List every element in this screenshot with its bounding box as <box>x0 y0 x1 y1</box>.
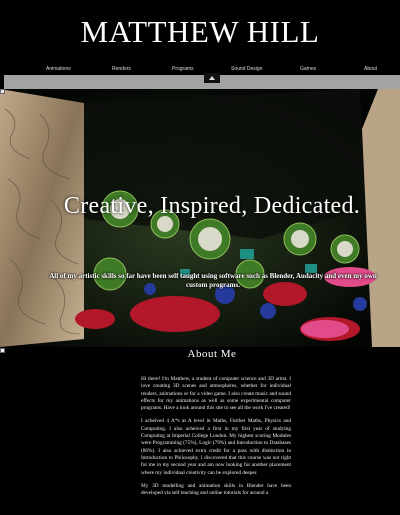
collapse-arrow-icon[interactable] <box>204 73 220 83</box>
about-paragraph: Hi there! I'm Matthew, a student of comp… <box>141 376 291 412</box>
hero-banner: Creative, Inspired, Dedicated. All of my… <box>0 89 400 347</box>
nav-item-programs[interactable]: Programs <box>172 66 194 72</box>
about-heading: About Me <box>187 348 237 360</box>
broken-image-icon <box>0 89 5 94</box>
hero-description: All of my artistic skills so far have be… <box>49 272 377 289</box>
about-text: Hi there! I'm Matthew, a student of comp… <box>141 376 291 503</box>
about-paragraph: I acheived 4 A*s at A level in Maths, Fu… <box>141 418 291 476</box>
hero-tagline: Creative, Inspired, Dedicated. <box>63 193 361 219</box>
main-nav: Animations Renders Programs Sound Design… <box>0 64 400 74</box>
nav-item-animations[interactable]: Animations <box>46 66 71 72</box>
nav-item-renders[interactable]: Renders <box>112 66 131 72</box>
nav-item-about[interactable]: About <box>364 66 377 72</box>
site-title: MATTHEW HILL <box>80 14 320 49</box>
nav-item-games[interactable]: Games <box>300 66 316 72</box>
nav-item-sound-design[interactable]: Sound Design <box>231 66 262 72</box>
about-paragraph: My 3D modelling and animation skills in … <box>141 482 291 497</box>
nav-divider-bar <box>4 75 400 89</box>
